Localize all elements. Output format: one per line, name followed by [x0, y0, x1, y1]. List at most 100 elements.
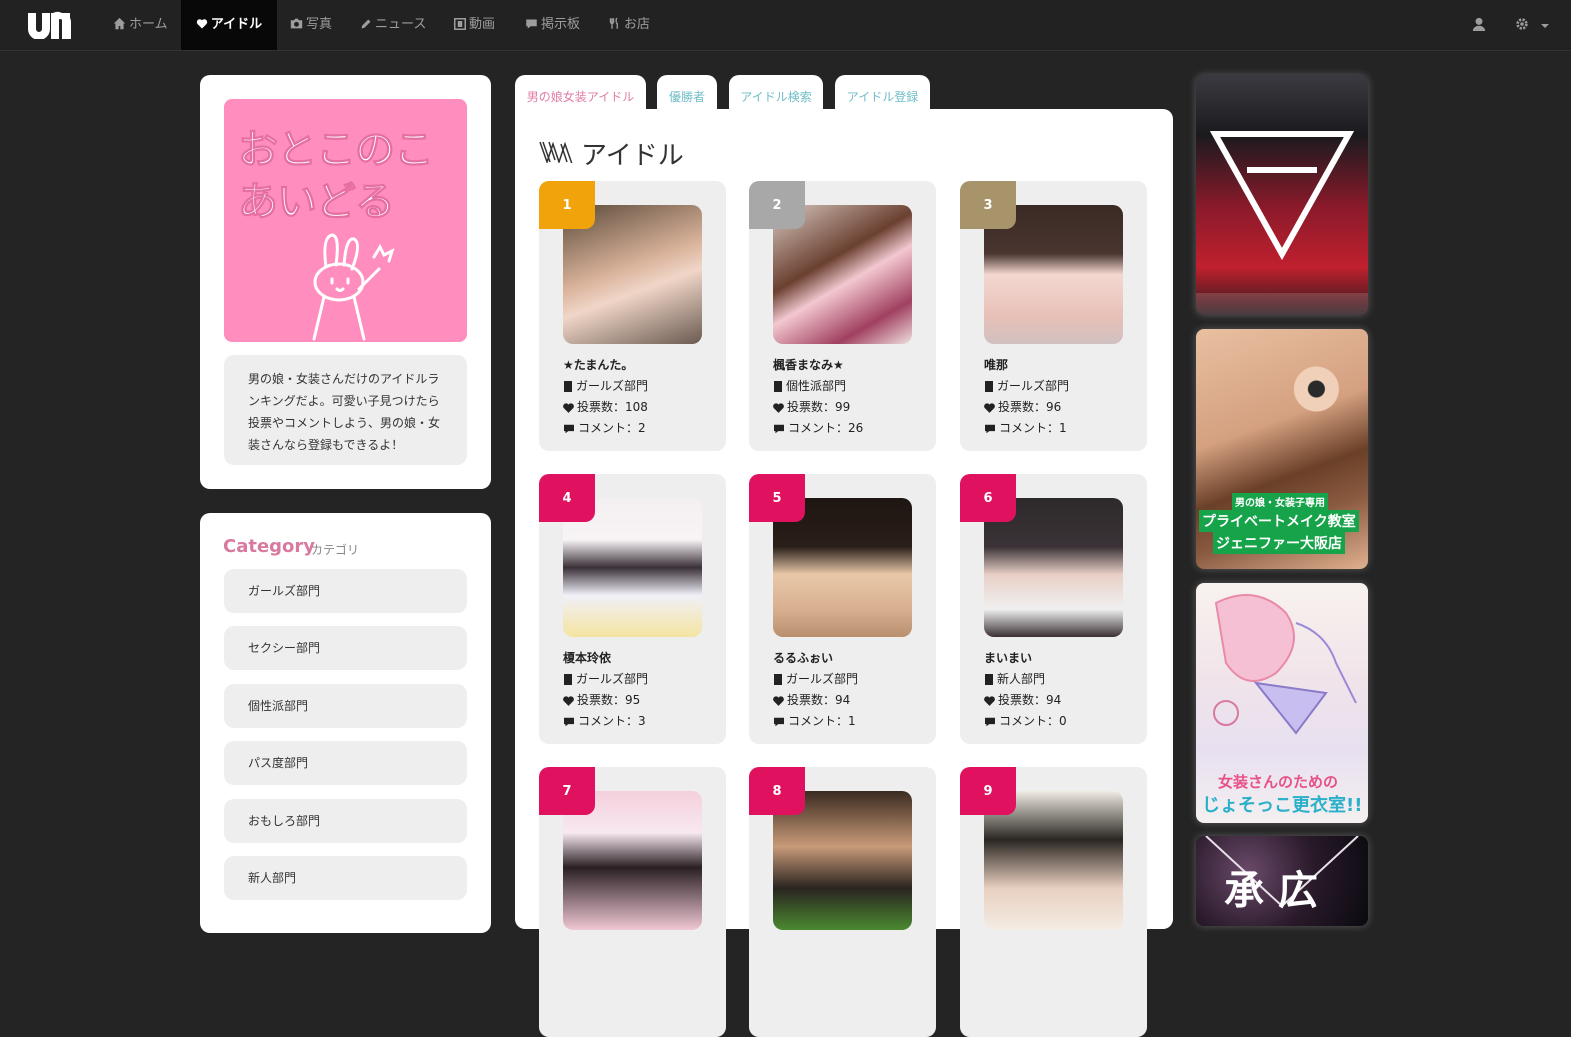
crown-logo-icon	[539, 141, 573, 163]
banner-text-line1: 女装さんのための	[1218, 773, 1339, 791]
idol-name[interactable]: るるふぉい	[773, 649, 833, 666]
nav-news[interactable]: ニュース	[348, 0, 438, 50]
nav-photo[interactable]: 写真	[278, 0, 344, 50]
gear-icon	[1516, 18, 1528, 30]
top-navbar: ホーム アイドル 写真 ニュース 動画 掲示板 お店	[0, 0, 1571, 51]
idol-card[interactable]: 8	[749, 767, 936, 1037]
category-item[interactable]: パス度部門	[224, 741, 467, 785]
book-icon	[564, 674, 572, 685]
heart-icon	[196, 19, 207, 29]
heart-icon	[773, 403, 784, 413]
site-logo[interactable]	[26, 9, 72, 39]
nav-idol[interactable]: アイドル	[181, 0, 277, 50]
idol-comments: コメント：0	[984, 712, 1067, 729]
site-description: 男の娘・女装さんだけのアイドルランキングだよ。可愛い子見つけたら投票やコメントし…	[224, 355, 467, 465]
idol-card[interactable]: 3 唯那 ガールズ部門 投票数：96 コメント：1	[960, 181, 1147, 451]
rank-badge: 4	[539, 474, 595, 522]
idol-ranking-panel: アイドル 1 ★たまんた。 ガールズ部門 投票数：108 コメント：2 2 楓香…	[515, 109, 1173, 1037]
rank-badge: 8	[749, 767, 805, 815]
triangle-logo-icon	[1209, 131, 1355, 261]
idol-category: ガールズ部門	[984, 377, 1069, 394]
idol-category: ガールズ部門	[773, 670, 858, 687]
rank-badge: 7	[539, 767, 595, 815]
idol-card[interactable]: 1 ★たまんた。 ガールズ部門 投票数：108 コメント：2	[539, 181, 726, 451]
category-subtitle: カテゴリ	[311, 543, 360, 557]
category-item[interactable]: 個性派部門	[224, 684, 467, 728]
idol-category: ガールズ部門	[563, 377, 648, 394]
idol-name[interactable]: 唯那	[984, 356, 1008, 373]
ad-banner[interactable]: 女装さんのための じょそっこ更衣室!!	[1196, 583, 1368, 823]
nav-board[interactable]: 掲示板	[513, 0, 592, 50]
idol-category: ガールズ部門	[563, 670, 648, 687]
intro-panel: おとこのこ あいどる 男の娘・女装さんだけのアイドルランキングだよ。可愛い子見つ…	[200, 75, 491, 489]
idol-name[interactable]: まいまい	[984, 649, 1032, 666]
idol-comments: コメント：1	[984, 419, 1067, 436]
settings-menu[interactable]	[1515, 17, 1550, 35]
idol-votes: 投票数：94	[773, 691, 850, 708]
hero-text-line2: あいどる	[238, 179, 396, 226]
category-item[interactable]: おもしろ部門	[224, 799, 467, 843]
category-item[interactable]: 新人部門	[224, 856, 467, 900]
idol-votes: 投票数：99	[773, 398, 850, 415]
nav-home-label: ホーム	[129, 17, 168, 32]
idol-card[interactable]: 2 楓香まなみ★ 個性派部門 投票数：99 コメント：26	[749, 181, 936, 451]
rank-badge: 1	[539, 181, 595, 229]
comment-icon	[526, 19, 537, 29]
idol-category: 個性派部門	[773, 377, 846, 394]
category-item[interactable]: ガールズ部門	[224, 569, 467, 613]
idol-comments: コメント：26	[773, 419, 863, 436]
nav-video-label: 動画	[469, 17, 496, 32]
book-icon	[985, 674, 993, 685]
pencil-icon	[361, 19, 371, 29]
idol-votes: 投票数：96	[984, 398, 1061, 415]
comment-icon	[774, 717, 784, 727]
idol-card[interactable]: 5 るるふぉい ガールズ部門 投票数：94 コメント：1	[749, 474, 936, 744]
home-icon	[113, 17, 126, 30]
category-item[interactable]: セクシー部門	[224, 626, 467, 670]
user-menu[interactable]	[1472, 17, 1486, 35]
banner-small-caption: 男の娘・女装子専用	[1232, 493, 1328, 510]
idol-category: 新人部門	[984, 670, 1045, 687]
nav-photo-label: 写真	[306, 17, 333, 32]
banner-text-line2: じょそっこ更衣室!!	[1202, 795, 1363, 816]
camera-icon	[290, 18, 303, 29]
idol-name[interactable]: 榎本玲依	[563, 649, 611, 666]
heart-icon	[773, 696, 784, 706]
idol-card[interactable]: 9	[960, 767, 1147, 1037]
caret-down-icon	[1541, 24, 1550, 28]
ad-banner[interactable]	[1196, 75, 1368, 315]
nav-news-label: ニュース	[375, 17, 427, 32]
rank-badge: 3	[960, 181, 1016, 229]
rabbit-icon	[312, 233, 395, 341]
illustration-girl-icon	[1213, 594, 1357, 735]
idol-votes: 投票数：108	[563, 398, 648, 415]
nav-home[interactable]: ホーム	[101, 0, 180, 50]
nav-idol-label: アイドル	[210, 17, 263, 32]
idol-comments: コメント：2	[563, 419, 646, 436]
book-icon	[985, 381, 993, 392]
rank-badge: 6	[960, 474, 1016, 522]
nav-shop[interactable]: お店	[597, 0, 662, 50]
idol-card[interactable]: 6 まいまい 新人部門 投票数：94 コメント：0	[960, 474, 1147, 744]
heart-icon	[563, 696, 574, 706]
comment-icon	[564, 717, 574, 727]
cutlery-icon	[609, 17, 618, 29]
nav-shop-label: お店	[624, 17, 651, 32]
banner-title-line2: ジェニファー大阪店	[1213, 532, 1345, 554]
book-icon	[774, 381, 782, 392]
idol-name[interactable]: 楓香まなみ★	[773, 356, 844, 373]
heart-icon	[984, 403, 995, 413]
ad-banner[interactable]: 男の娘・女装子専用 プライベートメイク教室 ジェニファー大阪店	[1196, 329, 1368, 569]
idol-card[interactable]: 7	[539, 767, 726, 1037]
idol-votes: 投票数：94	[984, 691, 1061, 708]
ad-banner[interactable]: 承 広	[1196, 836, 1368, 926]
category-title: Category	[223, 536, 316, 557]
comment-icon	[985, 717, 995, 727]
idol-card[interactable]: 4 榎本玲依 ガールズ部門 投票数：95 コメント：3	[539, 474, 726, 744]
page-title: アイドル	[581, 141, 684, 171]
comment-icon	[985, 424, 995, 434]
nav-video[interactable]: 動画	[442, 0, 507, 50]
idol-name[interactable]: ★たまんた。	[563, 356, 633, 373]
rank-badge: 2	[749, 181, 805, 229]
idol-votes: 投票数：95	[563, 691, 640, 708]
